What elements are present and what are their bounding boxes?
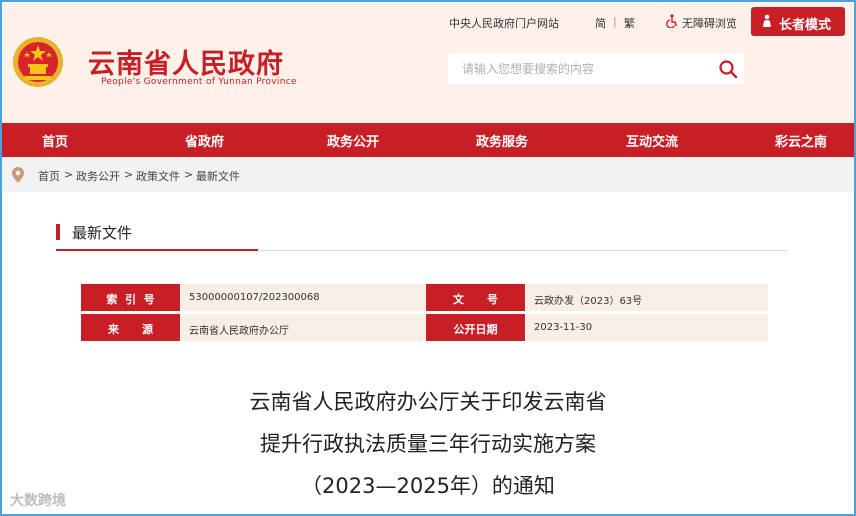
nav-item-public-affairs[interactable]: 政务公开 [327,131,379,150]
breadcrumb-separator: > [64,168,74,181]
main-nav: 首页 省政府 政务公开 政务服务 互动交流 彩云之南 [2,123,854,157]
breadcrumb-public-affairs[interactable]: 政务公开 [76,168,120,184]
search-icon[interactable] [718,59,738,79]
nav-item-home[interactable]: 首页 [42,131,68,150]
breadcrumb: 首页 > 政务公开 > 政策文件 > 最新文件 [2,157,854,192]
search-input[interactable] [460,59,704,79]
site-header: 云南省人民政府 People's Government of Yunnan Pr… [2,2,854,123]
date-label: 公开日期 [426,314,525,341]
central-portal-link[interactable]: 中央人民政府门户网站 [449,15,559,31]
breadcrumb-latest[interactable]: 最新文件 [196,168,240,184]
elder-mode-button[interactable]: 长者模式 [751,7,845,36]
docno-label: 文 号 [426,284,525,311]
lang-separator: | [613,15,617,28]
section-title: 最新文件 [72,224,133,242]
search-box [448,53,744,84]
watermark: 大数跨境 [10,493,66,509]
accessibility-icon [666,14,678,28]
breadcrumb-separator: > [124,168,134,181]
national-emblem-icon [13,37,63,87]
breadcrumb-home[interactable]: 首页 [38,168,60,184]
docno-value: 云政办发（2023）63号 [526,284,768,311]
nav-item-government[interactable]: 省政府 [185,131,224,150]
location-pin-icon [12,167,24,183]
date-value: 2023-11-30 [526,314,768,341]
section-divider-accent [56,249,258,251]
browser-frame: 云南省人民政府 People's Government of Yunnan Pr… [0,0,856,516]
elder-mode-label: 长者模式 [779,18,832,33]
breadcrumb-separator: > [184,168,194,181]
nav-item-yunnan[interactable]: 彩云之南 [775,131,827,150]
breadcrumb-policy-docs[interactable]: 政策文件 [136,168,180,184]
section-marker [56,224,60,240]
accessible-link[interactable]: 无障碍浏览 [682,15,737,31]
article-title-line-3: （2023—2025年）的通知 [301,474,555,498]
source-label: 来 源 [81,314,180,341]
traditional-link[interactable]: 繁 [624,15,635,31]
nav-item-interaction[interactable]: 互动交流 [626,131,678,150]
site-title[interactable]: 云南省人民政府 [88,42,284,81]
article-title-line-1: 云南省人民政府办公厅关于印发云南省 [249,390,607,414]
index-value: 53000000107/202300068 [181,284,425,311]
elder-person-icon [763,14,771,27]
simplified-link[interactable]: 简 [595,15,606,31]
index-label: 索 引 号 [81,284,180,311]
source-value: 云南省人民政府办公厅 [181,314,425,341]
site-subtitle: People's Government of Yunnan Province [101,77,297,87]
nav-item-services[interactable]: 政务服务 [476,131,528,150]
article-title-line-2: 提升行政执法质量三年行动实施方案 [260,432,596,456]
